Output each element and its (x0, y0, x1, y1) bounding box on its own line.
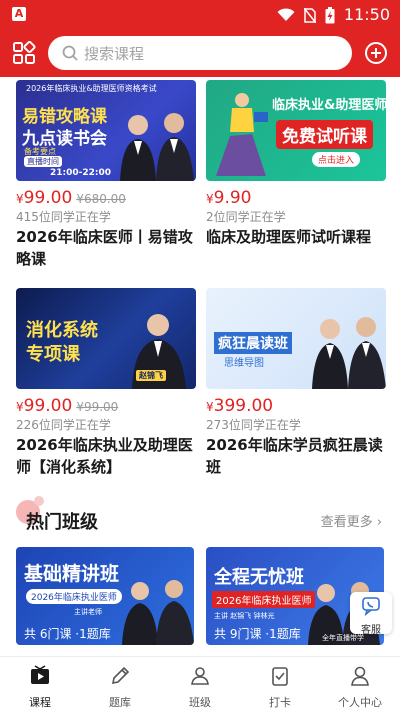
teachers-photo (122, 580, 194, 645)
price-row: ¥399.00 (206, 396, 273, 416)
thumb-top-text: 2026年临床执业&助理医师资格考试 (26, 84, 157, 93)
course-thumbnail: 消化系统 专项课 赵锦飞 (16, 288, 196, 389)
course-thumbnail: 疯狂晨读班 思维导图 (206, 288, 386, 389)
illustration-figure (216, 93, 268, 176)
wifi-icon (277, 8, 295, 21)
search-input[interactable]: 搜索课程 (48, 36, 352, 70)
add-icon[interactable] (364, 41, 388, 65)
course-price: ¥99.00 (16, 188, 73, 208)
course-price: ¥399.00 (206, 396, 274, 416)
thumb-headline: 消化系统 (26, 320, 98, 341)
price-row: ¥99.00 ¥99.00 (16, 396, 118, 416)
search-icon (62, 45, 78, 61)
course-title: 2026年临床医师丨易错攻略课 (16, 228, 193, 268)
hot-classes-header: 热门班级 查看更多 › (16, 496, 386, 540)
bottom-tab-bar: 课程 题库 班级 打卡 个人中心 (0, 656, 400, 711)
section-title: 热门班级 (26, 512, 98, 533)
class-title: 全程无忧班 (214, 567, 304, 588)
teachers-photo (312, 317, 386, 389)
tab-profile[interactable]: 个人中心 (320, 657, 400, 711)
tab-label: 打卡 (269, 696, 291, 709)
checkin-icon (272, 667, 288, 686)
class-title: 基础精讲班 (24, 563, 120, 585)
tab-checkin[interactable]: 打卡 (240, 657, 320, 711)
customer-service-button[interactable]: 客服 (350, 592, 392, 636)
course-title: 2026年临床学员疯狂晨读班 (206, 436, 383, 476)
tab-question-bank[interactable]: 题库 (80, 657, 160, 711)
course-price: ¥9.90 (206, 188, 252, 208)
tab-label: 题库 (109, 696, 131, 709)
tab-label: 班级 (189, 696, 211, 709)
tab-classes[interactable]: 班级 (160, 657, 240, 711)
learner-count: 415位同学正在学 (16, 210, 111, 224)
class-icon (191, 667, 209, 685)
status-bar: A 11:50 (0, 0, 400, 30)
thumb-live-label: 直播时间 (24, 156, 62, 167)
top-header: 搜索课程 (0, 30, 400, 77)
clock: 11:50 (343, 5, 390, 24)
course-title: 临床及助理医师试听课程 (206, 228, 372, 246)
class-card[interactable]: 基础精讲班 2026年临床执业医师 主讲老师 共 6门课 ·1题库 (16, 547, 194, 645)
thumb-headline: 临床执业&助理医师 (272, 98, 386, 113)
category-grid-icon[interactable] (12, 41, 36, 65)
tab-label: 个人中心 (338, 696, 382, 709)
learner-count: 273位同学正在学 (206, 418, 301, 432)
learner-count: 2位同学正在学 (206, 210, 286, 224)
class-year: 2026年临床执业医师 (26, 589, 122, 604)
price-row: ¥9.90 (206, 188, 252, 208)
class-course-count: 共 9门课 ·1题库 (214, 627, 301, 641)
thumb-subheadline: 专项课 (26, 344, 80, 365)
decor-dot (34, 496, 44, 506)
chevron-right-icon: › (376, 515, 382, 530)
enter-link[interactable]: 点击进入 (312, 152, 361, 167)
learner-count: 226位同学正在学 (16, 418, 111, 432)
class-teacher-tag: 主讲 赵锦飞 钟林光 (214, 612, 275, 620)
teacher-name: 赵锦飞 (136, 370, 166, 381)
free-trial-badge: 免费试听课 (276, 120, 373, 149)
course-price: ¥99.00 (16, 396, 73, 416)
tab-label: 课程 (29, 696, 51, 709)
play-icon (31, 665, 49, 684)
original-price: ¥680.00 (76, 192, 126, 206)
no-sim-icon (303, 7, 316, 23)
price-row: ¥99.00 ¥680.00 (16, 188, 126, 208)
class-course-count: 共 6门课 ·1题库 (24, 627, 111, 641)
course-thumbnail: 2026年临床执业&助理医师资格考试 易错攻略课 九点读书会 备考要点 直播时间… (16, 80, 196, 181)
thumb-time: 21:00-22:00 (50, 168, 112, 178)
thumb-headline: 疯狂晨读班 (214, 332, 292, 354)
app-notification-icon: A (12, 7, 26, 21)
course-title: 2026年临床执业及助理医师【消化系统】 (16, 436, 193, 476)
thumb-note: 思维导图 (224, 358, 264, 369)
search-placeholder: 搜索课程 (84, 44, 145, 63)
see-more-link[interactable]: 查看更多 › (321, 511, 382, 530)
class-year: 2026年临床执业医师 (212, 591, 316, 608)
teachers-photo (120, 113, 194, 181)
class-teacher-tag: 主讲老师 (74, 608, 102, 616)
battery-charging-icon (325, 6, 335, 23)
user-icon (351, 666, 369, 686)
service-label: 客服 (361, 625, 381, 636)
headset-phone-icon (362, 597, 380, 617)
course-thumbnail: 临床执业&助理医师 免费试听课 点击进入 (206, 80, 386, 181)
tab-courses[interactable]: 课程 (0, 657, 80, 711)
pencil-icon (111, 666, 130, 685)
original-price: ¥99.00 (76, 400, 119, 414)
